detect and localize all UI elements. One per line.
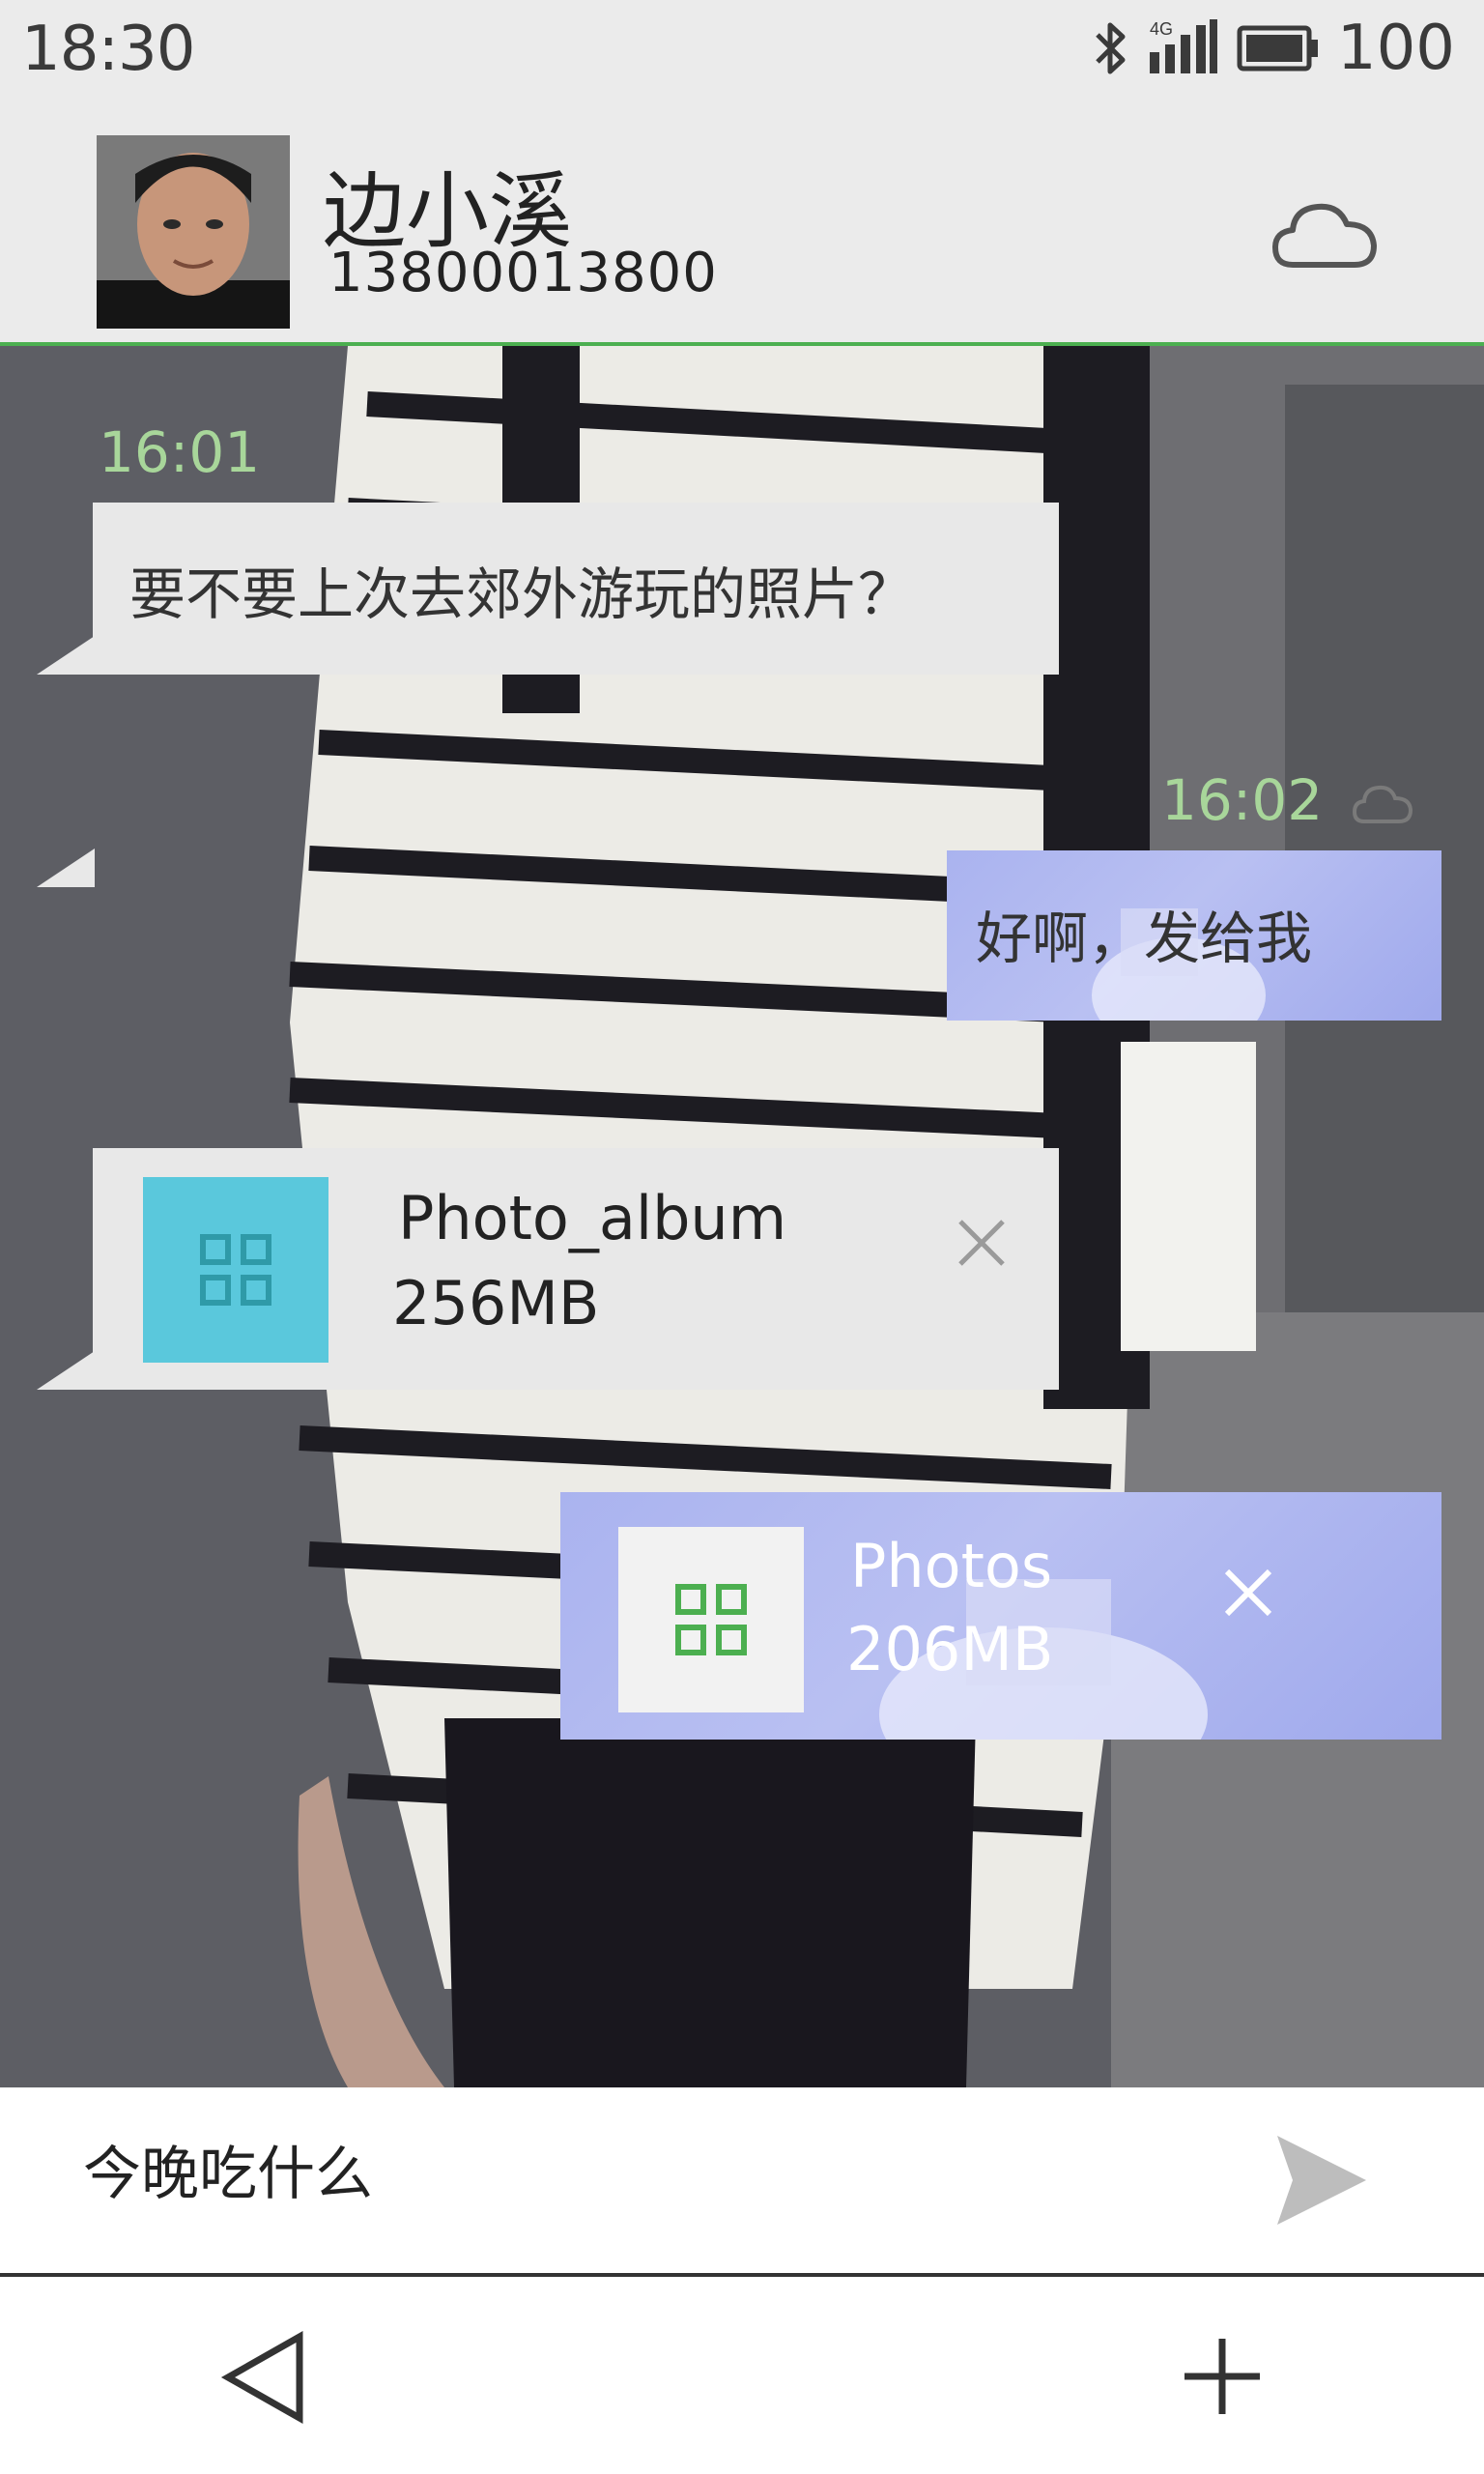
grid-icon bbox=[675, 1584, 747, 1655]
message-input[interactable] bbox=[81, 2134, 1196, 2203]
battery-level: 100 bbox=[1336, 13, 1455, 84]
grid-icon bbox=[200, 1234, 271, 1306]
chat-header: 边小溪 13800013800 bbox=[0, 97, 1484, 346]
file-icon-box bbox=[143, 1177, 328, 1363]
status-time: 18:30 bbox=[21, 14, 195, 85]
message-text: 要不要上次去郊外游玩的照片？ bbox=[129, 561, 915, 627]
plus-icon[interactable] bbox=[1181, 2335, 1264, 2418]
status-bar: 18:30 4G 100 bbox=[0, 0, 1484, 97]
file-icon-box bbox=[618, 1527, 804, 1712]
close-icon[interactable] bbox=[1217, 1562, 1279, 1624]
bottom-nav bbox=[0, 2277, 1484, 2474]
message-bubble-incoming[interactable]: 要不要上次去郊外游玩的照片？ bbox=[93, 503, 1059, 675]
message-time: 16:02 bbox=[1161, 767, 1324, 833]
chat-area[interactable]: 16:01 要不要上次去郊外游玩的照片？ 16:02 好啊，发给我 Photo_… bbox=[0, 346, 1484, 2087]
battery-icon bbox=[1237, 25, 1318, 72]
contact-phone: 13800013800 bbox=[328, 242, 718, 304]
status-icons: 4G 100 bbox=[1092, 13, 1455, 84]
avatar[interactable] bbox=[97, 135, 290, 329]
message-bubble-outgoing[interactable]: 好啊，发给我 bbox=[947, 850, 1441, 1021]
file-size: 206MB bbox=[846, 1614, 1054, 1684]
message-time: 16:01 bbox=[99, 419, 261, 485]
file-bubble-incoming[interactable]: Photo_album 256MB bbox=[93, 1148, 1059, 1390]
file-name: Photos bbox=[850, 1531, 1053, 1601]
back-triangle-icon[interactable] bbox=[220, 2331, 307, 2424]
close-icon[interactable] bbox=[951, 1212, 1013, 1274]
bubble-tail bbox=[37, 849, 95, 887]
file-bubble-outgoing[interactable]: Photos 206MB bbox=[560, 1492, 1441, 1740]
cloud-icon bbox=[1353, 785, 1413, 823]
network-label: 4G bbox=[1150, 19, 1173, 39]
cloud-icon[interactable] bbox=[1271, 197, 1378, 273]
send-icon[interactable] bbox=[1273, 2132, 1370, 2229]
bluetooth-icon bbox=[1096, 22, 1126, 74]
message-text: 好啊，发给我 bbox=[976, 906, 1313, 971]
message-input-bar bbox=[0, 2087, 1484, 2277]
bubble-tail bbox=[37, 1351, 95, 1390]
avatar-image bbox=[97, 135, 290, 329]
bubble-tail bbox=[37, 636, 95, 675]
signal-icon: 4G bbox=[1149, 19, 1217, 73]
file-name: Photo_album bbox=[398, 1183, 787, 1253]
file-size: 256MB bbox=[392, 1268, 600, 1338]
